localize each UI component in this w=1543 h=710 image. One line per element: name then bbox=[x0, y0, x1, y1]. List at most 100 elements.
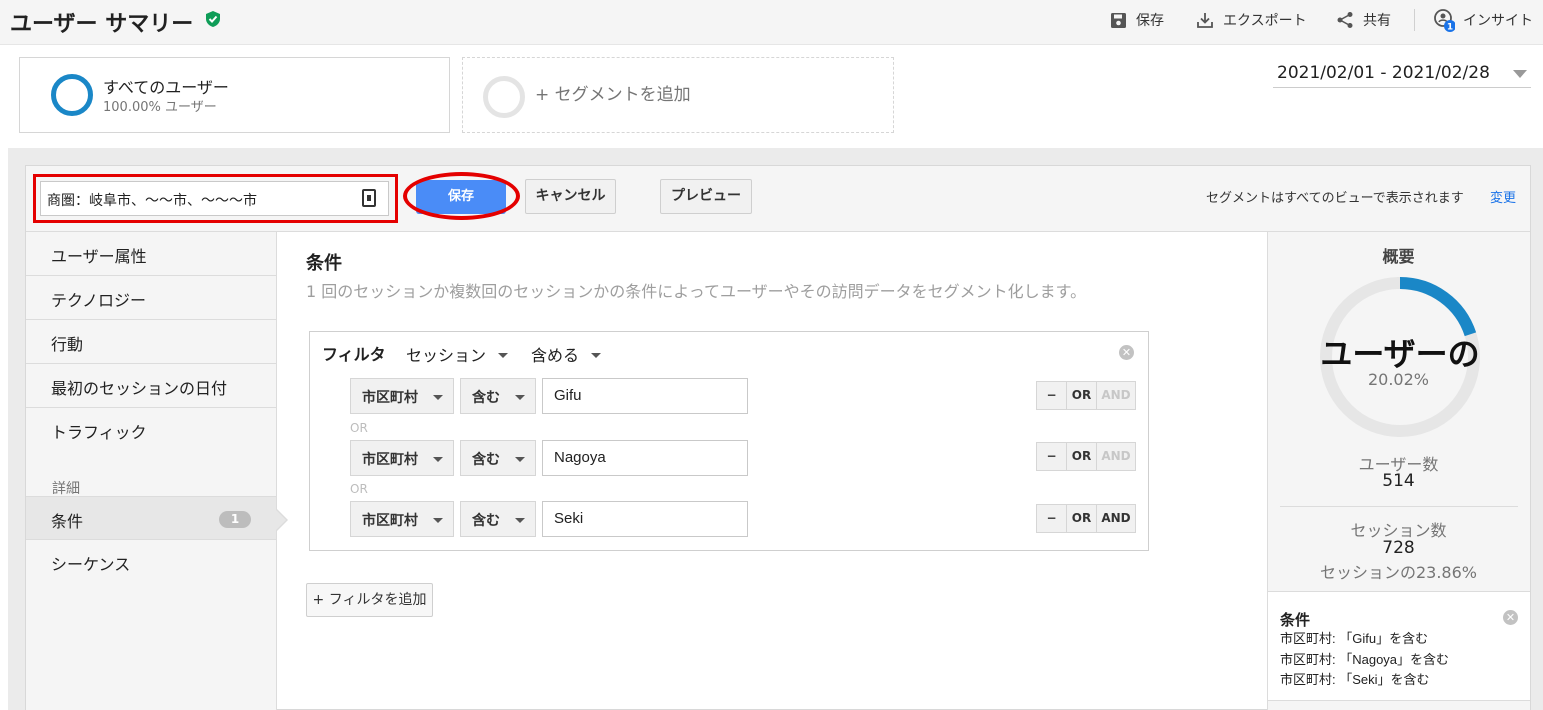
segment-ring-icon bbox=[51, 74, 93, 116]
nav-section-advanced-label: 詳細 bbox=[52, 481, 80, 497]
nav-item-demographics[interactable]: ユーザー属性 bbox=[26, 232, 276, 276]
segment-visibility-note: セグメントはすべてのビューで表示されます bbox=[1206, 191, 1464, 206]
conditions-description: 1 回のセッションか複数回のセッションかの条件によってユーザーやその訪問データを… bbox=[306, 282, 1087, 301]
page-title: ユーザー サマリー bbox=[10, 12, 194, 37]
donut-label: ユーザーの bbox=[1320, 335, 1480, 373]
dimension-value: 市区町村 bbox=[362, 513, 418, 529]
dimension-dropdown[interactable]: 市区町村 bbox=[350, 378, 454, 414]
export-button[interactable]: エクスポート bbox=[1196, 10, 1307, 30]
add-segment-card[interactable]: + セグメントを追加 bbox=[462, 57, 894, 133]
caret-down-icon bbox=[515, 457, 525, 462]
nav-item-conditions-label: 条件 bbox=[51, 512, 84, 531]
remove-condition-button[interactable]: − bbox=[1036, 504, 1067, 533]
and-button[interactable]: AND bbox=[1096, 381, 1136, 410]
insights-badge: 1 bbox=[1447, 23, 1453, 33]
cancel-button[interactable]: キャンセル bbox=[525, 179, 616, 214]
operator-value: 含む bbox=[472, 390, 500, 406]
caret-down-icon bbox=[433, 395, 443, 400]
summary-condition-line: 市区町村: 「Seki」を含む bbox=[1280, 672, 1430, 687]
segment-name-input[interactable]: 商圏：岐阜市、～～市、～～～市 bbox=[40, 181, 389, 216]
summary-divider bbox=[1280, 506, 1518, 507]
date-range-picker[interactable]: 2021/02/01 - 2021/02/28 bbox=[1273, 62, 1531, 88]
summary-conditions-title: 条件 bbox=[1280, 611, 1311, 629]
caret-down-icon bbox=[515, 518, 525, 523]
date-range-text: 2021/02/01 - 2021/02/28 bbox=[1277, 63, 1490, 83]
dimension-value: 市区町村 bbox=[362, 390, 418, 406]
or-button[interactable]: OR bbox=[1066, 504, 1097, 533]
filter-scope-dropdown[interactable]: セッション bbox=[406, 342, 509, 366]
contact-card-icon bbox=[362, 189, 376, 207]
operator-dropdown[interactable]: 含む bbox=[460, 440, 536, 476]
sessions-percent: セッションの23.86% bbox=[1319, 563, 1477, 582]
filter-include-dropdown[interactable]: 含める bbox=[531, 342, 602, 366]
and-button[interactable]: AND bbox=[1096, 504, 1136, 533]
summary-title: 概要 bbox=[1382, 247, 1415, 266]
remove-conditions-icon[interactable]: ✕ bbox=[1503, 610, 1518, 625]
segment-card-all-users[interactable]: すべてのユーザー 100.00% ユーザー bbox=[19, 57, 450, 133]
conditions-count-badge: 1 bbox=[219, 511, 251, 528]
or-button[interactable]: OR bbox=[1066, 442, 1097, 471]
preview-button[interactable]: プレビュー bbox=[660, 179, 752, 214]
remove-filter-icon[interactable]: ✕ bbox=[1119, 345, 1134, 360]
share-icon bbox=[1337, 12, 1353, 28]
remove-condition-button[interactable]: − bbox=[1036, 381, 1067, 410]
or-button[interactable]: OR bbox=[1066, 381, 1097, 410]
condition-value-input[interactable]: Seki bbox=[542, 501, 748, 537]
summary-condition-line: 市区町村: 「Gifu」を含む bbox=[1280, 631, 1429, 646]
share-button[interactable]: 共有 bbox=[1336, 10, 1391, 30]
filter-include-value: 含める bbox=[531, 346, 580, 365]
nav-item-date-of-first-session[interactable]: 最初のセッションの日付 bbox=[26, 364, 276, 408]
insights-label: インサイト bbox=[1463, 13, 1533, 29]
donut-percent: 20.02% bbox=[1367, 370, 1429, 389]
caret-down-icon bbox=[433, 518, 443, 523]
and-button[interactable]: AND bbox=[1096, 442, 1136, 471]
nav-item-conditions[interactable]: 条件 1 bbox=[26, 496, 276, 540]
nav-item-technology[interactable]: テクノロジー bbox=[26, 276, 276, 320]
condition-value-input[interactable]: Gifu bbox=[542, 378, 748, 414]
segment-name: すべてのユーザー bbox=[103, 78, 229, 97]
remove-condition-button[interactable]: − bbox=[1036, 442, 1067, 471]
filter-label: フィルタ bbox=[322, 345, 386, 364]
share-label: 共有 bbox=[1363, 13, 1391, 29]
operator-dropdown[interactable]: 含む bbox=[460, 501, 536, 537]
operator-value: 含む bbox=[472, 513, 500, 529]
caret-down-icon bbox=[433, 457, 443, 462]
save-report-label: 保存 bbox=[1136, 13, 1164, 29]
conditions-title: 条件 bbox=[306, 253, 342, 274]
or-separator: OR bbox=[350, 482, 368, 496]
nav-item-traffic-sources[interactable]: トラフィック bbox=[26, 408, 276, 452]
caret-down-icon bbox=[515, 395, 525, 400]
users-value: 514 bbox=[1382, 471, 1415, 491]
dimension-dropdown[interactable]: 市区町村 bbox=[350, 501, 454, 537]
condition-value-input[interactable]: Nagoya bbox=[542, 440, 748, 476]
add-filter-button[interactable]: + フィルタを追加 bbox=[306, 583, 433, 617]
toolbar-divider bbox=[1414, 9, 1415, 31]
insights-button[interactable]: 1 インサイト bbox=[1433, 9, 1533, 33]
nav-item-sequences[interactable]: シーケンス bbox=[26, 540, 276, 584]
operator-dropdown[interactable]: 含む bbox=[460, 378, 536, 414]
active-nav-pointer-fill bbox=[275, 509, 286, 531]
insights-icon: 1 bbox=[1434, 9, 1455, 33]
export-label: エクスポート bbox=[1223, 13, 1307, 29]
empty-segment-ring-icon bbox=[483, 76, 525, 118]
verified-shield-icon bbox=[206, 11, 220, 27]
summary-condition-line: 市区町村: 「Nagoya」を含む bbox=[1280, 652, 1450, 667]
top-bar bbox=[0, 0, 1543, 45]
nav-item-behavior[interactable]: 行動 bbox=[26, 320, 276, 364]
caret-down-icon bbox=[498, 352, 509, 358]
save-report-button[interactable]: 保存 bbox=[1110, 10, 1164, 30]
dimension-value: 市区町村 bbox=[362, 452, 418, 468]
caret-down-icon bbox=[591, 352, 602, 358]
operator-value: 含む bbox=[472, 452, 500, 468]
dimension-dropdown[interactable]: 市区町村 bbox=[350, 440, 454, 476]
annotation-highlight-ellipse bbox=[403, 172, 520, 220]
filter-scope-value: セッション bbox=[406, 346, 487, 365]
sessions-value: 728 bbox=[1382, 538, 1415, 558]
save-icon bbox=[1111, 12, 1126, 28]
chevron-down-icon bbox=[1513, 70, 1527, 78]
add-segment-label: + セグメントを追加 bbox=[535, 85, 691, 105]
segment-category-nav: ユーザー属性 テクノロジー 行動 最初のセッションの日付 トラフィック 詳細 条… bbox=[26, 232, 277, 710]
segment-percent: 100.00% ユーザー bbox=[103, 100, 217, 115]
change-visibility-link[interactable]: 変更 bbox=[1490, 187, 1516, 206]
download-icon bbox=[1197, 13, 1213, 28]
